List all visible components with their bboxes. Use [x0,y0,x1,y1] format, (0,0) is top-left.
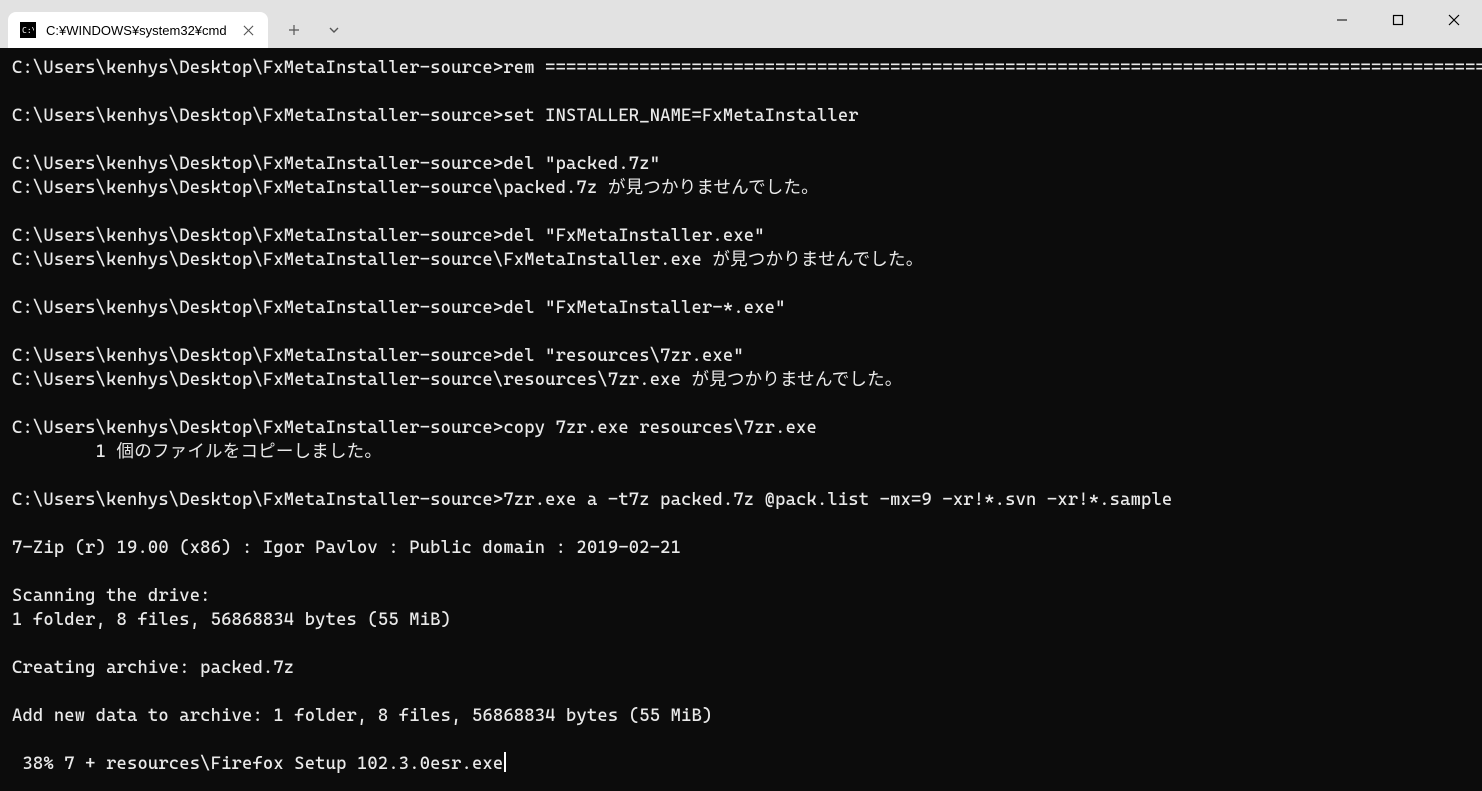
terminal-line: C:\Users\kenhys\Desktop\FxMetaInstaller-… [12,152,1470,176]
terminal-line: C:\Users\kenhys\Desktop\FxMetaInstaller-… [12,56,1470,80]
window-controls [1314,0,1482,40]
active-tab[interactable]: C:\ C:¥WINDOWS¥system32¥cmd [8,12,268,48]
terminal-line [12,272,1470,296]
terminal-line: C:\Users\kenhys\Desktop\FxMetaInstaller-… [12,176,1470,200]
terminal-line [12,80,1470,104]
terminal-line: 7-Zip (r) 19.00 (x86) : Igor Pavlov : Pu… [12,536,1470,560]
cmd-icon: C:\ [20,22,36,38]
terminal-line: 1 個のファイルをコピーしました。 [12,440,1470,464]
terminal-line: C:\Users\kenhys\Desktop\FxMetaInstaller-… [12,248,1470,272]
terminal-line: C:\Users\kenhys\Desktop\FxMetaInstaller-… [12,224,1470,248]
terminal-line [12,560,1470,584]
svg-text:C:\: C:\ [22,26,34,35]
tab-title: C:¥WINDOWS¥system32¥cmd [46,23,230,38]
terminal-line [12,128,1470,152]
title-bar: C:\ C:¥WINDOWS¥system32¥cmd [0,0,1482,48]
close-button[interactable] [1426,0,1482,40]
new-tab-button[interactable] [276,12,312,48]
terminal-line [12,464,1470,488]
terminal-line: Add new data to archive: 1 folder, 8 fil… [12,704,1470,728]
terminal-line [12,392,1470,416]
terminal-line [12,728,1470,752]
terminal-line [12,512,1470,536]
terminal-line: Creating archive: packed.7z [12,656,1470,680]
terminal-line: C:\Users\kenhys\Desktop\FxMetaInstaller-… [12,488,1470,512]
tab-dropdown-button[interactable] [316,12,352,48]
terminal-line: C:\Users\kenhys\Desktop\FxMetaInstaller-… [12,344,1470,368]
minimize-button[interactable] [1314,0,1370,40]
terminal-line [12,200,1470,224]
terminal-line: C:\Users\kenhys\Desktop\FxMetaInstaller-… [12,368,1470,392]
terminal-line: C:\Users\kenhys\Desktop\FxMetaInstaller-… [12,416,1470,440]
terminal-line: 1 folder, 8 files, 56868834 bytes (55 Mi… [12,608,1470,632]
terminal-line [12,320,1470,344]
tab-actions [276,12,352,48]
terminal-line [12,632,1470,656]
terminal-line [12,680,1470,704]
maximize-button[interactable] [1370,0,1426,40]
tab-close-button[interactable] [240,22,256,38]
terminal-cursor [504,752,506,772]
terminal-line: C:\Users\kenhys\Desktop\FxMetaInstaller-… [12,296,1470,320]
terminal-line: 38% 7 + resources\Firefox Setup 102.3.0e… [12,752,1470,776]
terminal-line: Scanning the drive: [12,584,1470,608]
terminal-line: C:\Users\kenhys\Desktop\FxMetaInstaller-… [12,104,1470,128]
terminal-output[interactable]: C:\Users\kenhys\Desktop\FxMetaInstaller-… [0,48,1482,791]
